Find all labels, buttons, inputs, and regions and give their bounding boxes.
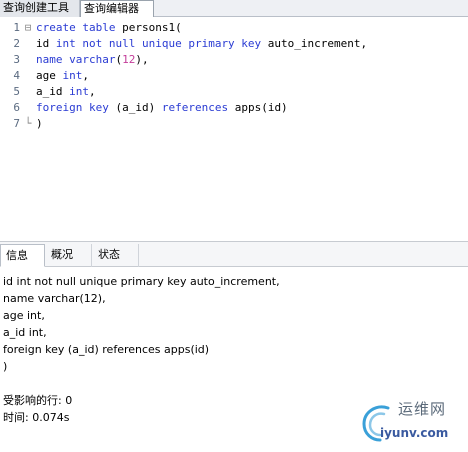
tab-query-editor[interactable]: 查询编辑器 [80,0,154,18]
tab-status[interactable]: 状态 [93,244,139,267]
line-number: 4 [13,69,20,82]
sql-keyword: int not null unique primary key [55,37,268,50]
sql-token: , [82,69,89,82]
sql-token: , [89,85,96,98]
sql-keyword: name varchar [36,53,116,66]
message-line: foreign key (a_id) references apps(id) [3,343,210,356]
line-number: 1 [13,21,20,34]
sql-token: ) [36,117,43,130]
editor-tab-bar: 查询创建工具 查询编辑器 [0,0,468,18]
sql-editor[interactable]: 1 ⊟ create table persons1( 2 id int not null… [0,17,468,241]
watermark-url-text: iyunv.com [380,426,449,440]
message-line: 受影响的行: 0 [3,394,73,407]
code-text: foreign key (a_id) references apps(id) [36,100,288,116]
sql-keyword: int [62,69,83,82]
sql-keyword: foreign key [36,101,116,114]
message-line: a_id int, [3,326,47,339]
message-line: id int not null unique primary key auto_… [3,275,280,288]
sql-number: 12 [122,53,136,66]
line-number: 3 [13,53,20,66]
sql-token: age [36,69,63,82]
code-text: a_id int, [36,84,96,100]
fold-toggle-icon[interactable]: ⊟ [22,20,34,36]
sql-token: auto_increment, [267,37,368,50]
message-line: age int, [3,309,45,322]
tab-query-builder[interactable]: 查询创建工具 [0,0,80,17]
message-line: 时间: 0.074s [3,411,70,424]
tab-info[interactable]: 信息 [0,244,45,267]
result-tab-bar: 信息 概况 状态 [0,241,468,267]
code-text: name varchar(12), [36,52,149,68]
line-number: 5 [13,85,20,98]
sql-token: ), [135,53,149,66]
line-number: 7 [13,117,20,130]
sql-token: apps(id) [234,101,288,114]
tab-overview[interactable]: 概况 [46,244,92,267]
code-text: ) [36,116,43,132]
line-number: 2 [13,37,20,50]
code-text: create table persons1( [36,20,182,36]
sql-keyword: create table [36,21,123,34]
line-number: 6 [13,101,20,114]
fold-guide-icon: └ [24,117,32,130]
sql-token: id [36,37,56,50]
message-line: ) [3,360,8,373]
code-text: age int, [36,68,89,84]
sql-keyword: int [69,85,89,98]
code-text: id int not null unique primary key auto_… [36,36,367,52]
sql-token: (a_id) [115,101,162,114]
sql-token: a_id [36,85,70,98]
sql-token: persons1( [122,21,182,34]
watermark-cn-text: 运维网 [398,400,447,418]
watermark-logo: 运维网 iyunv.com [358,398,462,448]
message-line: name varchar(12), [3,292,106,305]
sql-keyword: references [161,101,235,114]
